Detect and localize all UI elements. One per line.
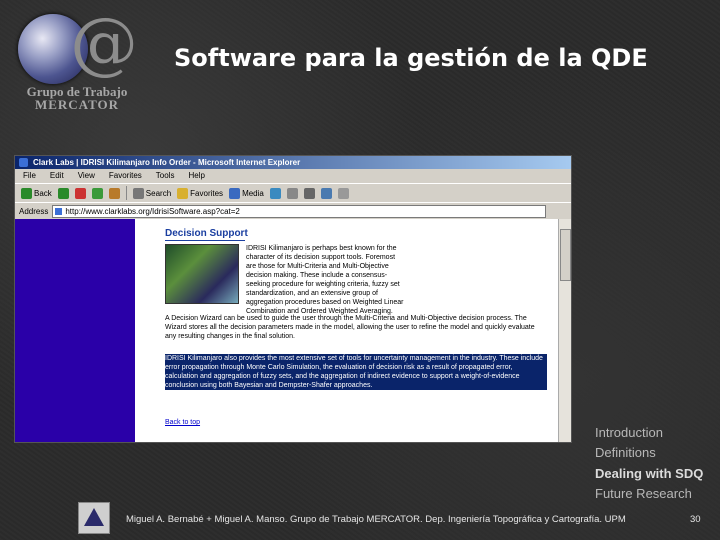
mercator-logo: @ Grupo de Trabajo MERCATOR [12,10,142,112]
site-left-navigation [15,219,135,442]
section-introduction[interactable]: Introduction [595,423,703,443]
toolbar-separator [125,186,127,200]
media-button-label: Media [242,188,264,198]
footer-credits: Miguel A. Bernabé + Miguel A. Manso. Gru… [126,514,626,525]
heading-underline [165,240,245,241]
logo-text-line2: MERCATOR [34,97,120,112]
browser-content: Decision Support IDRISI Kilimanjaro is p… [15,219,571,442]
vertical-scrollbar[interactable] [558,219,571,442]
favorites-button[interactable]: Favorites [177,187,224,199]
triangle-logo-icon [84,508,104,526]
history-button[interactable] [269,187,281,199]
software-screenshot-image [165,244,239,304]
at-sign-icon: @ [70,4,138,83]
refresh-button[interactable] [91,187,103,199]
browser-menubar: File Edit View Favorites Tools Help [15,169,571,184]
section-future-research[interactable]: Future Research [595,484,703,504]
scrollbar-thumb[interactable] [560,229,571,281]
page-icon [55,207,63,215]
menu-help[interactable]: Help [188,169,204,183]
menu-tools[interactable]: Tools [156,169,175,183]
decision-support-heading: Decision Support [165,228,248,239]
back-button[interactable]: Back [21,187,52,199]
browser-screenshot: Clark Labs | IDRISI Kilimanjaro Info Ord… [14,155,572,443]
ie-icon [19,158,28,167]
menu-view[interactable]: View [78,169,95,183]
section-menu: Introduction Definitions Dealing with SD… [595,423,703,504]
favorites-button-label: Favorites [190,188,224,198]
search-button-label: Search [145,188,172,198]
mail-button[interactable] [286,187,298,199]
page-number: 30 [690,514,701,525]
favorites-star-icon [177,187,189,199]
browser-window-title: Clark Labs | IDRISI Kilimanjaro Info Ord… [33,158,301,167]
stop-button[interactable] [74,187,86,199]
menu-file[interactable]: File [23,169,36,183]
address-label: Address [19,206,49,216]
browser-titlebar: Clark Labs | IDRISI Kilimanjaro Info Ord… [15,156,571,169]
address-field[interactable]: http://www.clarklabs.org/IdrisiSoftware.… [52,204,547,218]
address-bar: Address http://www.clarklabs.org/IdrisiS… [15,203,571,219]
intro-paragraph: IDRISI Kilimanjaro is perhaps best known… [246,245,404,315]
search-icon [132,187,144,199]
media-icon [229,187,241,199]
home-button[interactable] [108,187,120,199]
section-definitions[interactable]: Definitions [595,443,703,463]
browser-toolbar: Back Search Favorites Media [15,184,571,203]
menu-edit[interactable]: Edit [50,169,64,183]
slide-title: Software para la gestión de la QDE [174,44,648,72]
print-button[interactable] [303,187,315,199]
back-to-top-link[interactable]: Back to top [165,419,200,426]
discuss-button[interactable] [337,187,349,199]
section-dealing-with-sdq[interactable]: Dealing with SDQ [595,464,703,484]
edit-button[interactable] [320,187,332,199]
menu-favorites[interactable]: Favorites [109,169,142,183]
search-button[interactable]: Search [132,187,172,199]
uncertainty-paragraph-selected: IDRISI Kilimanjaro also provides the mos… [165,354,547,390]
back-button-label: Back [34,188,52,198]
decision-wizard-paragraph: A Decision Wizard can be used to guide t… [165,315,535,340]
forward-button[interactable] [57,187,69,199]
back-arrow-icon [21,187,32,199]
address-value: http://www.clarklabs.org/IdrisiSoftware.… [65,206,240,216]
upm-logo [78,502,110,534]
media-button[interactable]: Media [229,187,264,199]
